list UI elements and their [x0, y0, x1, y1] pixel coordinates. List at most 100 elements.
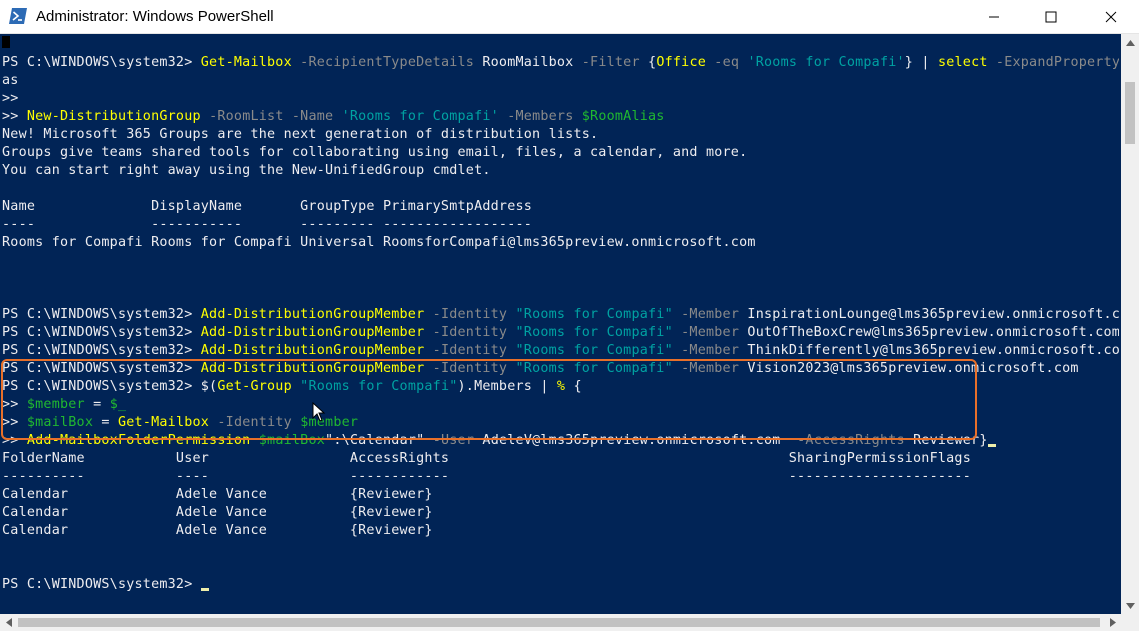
- console-output[interactable]: PS C:\WINDOWS\system32> Get-Mailbox -Rec…: [0, 34, 1119, 614]
- console-text-normal: {: [639, 55, 657, 70]
- scroll-up-arrow-icon[interactable]: [1121, 34, 1139, 51]
- scroll-down-arrow-icon[interactable]: [1121, 597, 1139, 614]
- close-button[interactable]: [1088, 0, 1134, 33]
- console-line: PS C:\WINDOWS\system32> Add-Distribution…: [2, 342, 1119, 360]
- console-line: Rooms for Compafi Rooms for Compafi Univ…: [2, 234, 756, 252]
- console-text-normal: >>: [2, 433, 27, 448]
- console-text-var: $mailBox: [250, 433, 326, 448]
- close-icon: [1105, 11, 1117, 22]
- console-text-str: 'Rooms for Compafi': [333, 109, 499, 124]
- maximize-button[interactable]: [1028, 0, 1074, 33]
- console-text-param: -RecipientTypeDetails: [291, 55, 475, 70]
- console-text-str: "Rooms for Compafi": [507, 307, 673, 322]
- console-text-str: 'Rooms for Compafi': [739, 55, 905, 70]
- console-line: ---- ----------- --------- -------------…: [2, 216, 532, 234]
- console-line: >> Add-MailboxFolderPermission $mailBox"…: [2, 432, 996, 450]
- console-text-normal: PS C:\WINDOWS\system32>: [2, 307, 201, 322]
- console-text-normal: Calendar Adele Vance {Reviewer}: [2, 523, 433, 538]
- vertical-scroll-thumb[interactable]: [1125, 82, 1135, 144]
- console-text-normal: PS C:\WINDOWS\system32>: [2, 361, 201, 376]
- console-text-param: -eq: [706, 55, 740, 70]
- console-text-normal: ---------- ---- ------------ -----------…: [2, 469, 971, 484]
- console-text-param: -Member: [672, 361, 740, 376]
- window-title: Administrator: Windows PowerShell: [36, 8, 274, 25]
- console-text-cmd: Add-DistributionGroupMember: [200, 361, 425, 376]
- top-cursor-block: [2, 36, 10, 48]
- console-text-normal: Vision2023@lms365preview.onmicrosoft.com: [739, 361, 1079, 376]
- console-text-str: "Rooms for Compafi": [507, 361, 673, 376]
- horizontal-scroll-thumb[interactable]: [18, 618, 1100, 627]
- console-text-normal: >>: [2, 397, 27, 412]
- console-text-normal: ).Members |: [457, 379, 557, 394]
- console-text-str: "Rooms for Compafi": [291, 379, 458, 394]
- text-cursor: [987, 444, 996, 447]
- maximize-icon: [1045, 11, 1057, 22]
- console-text-normal: New! Microsoft 365 Groups are the next g…: [2, 127, 599, 142]
- console-text-cmd: Add-DistributionGroupMember: [200, 343, 425, 358]
- console-text-param: -Identity: [424, 325, 508, 340]
- console-text-param: -AccessRights: [788, 433, 905, 448]
- console-text-normal: PS C:\WINDOWS\system32>: [2, 55, 201, 70]
- console-text-normal: Name DisplayName GroupType PrimarySmtpAd…: [2, 199, 533, 214]
- console-text-param: -Filter: [573, 55, 640, 70]
- title-bar: Administrator: Windows PowerShell: [0, 0, 1139, 34]
- console-text-normal: PS C:\WINDOWS\system32>: [2, 577, 201, 592]
- console-text-normal: OutOfTheBoxCrew@lms365preview.onmicrosof…: [739, 325, 1119, 340]
- horizontal-scrollbar[interactable]: [0, 614, 1121, 631]
- scrollbar-corner: [1121, 614, 1139, 631]
- console-line: Calendar Adele Vance {Reviewer}: [2, 522, 433, 540]
- console-text-param: -Members: [498, 109, 574, 124]
- console-text-param: -User: [424, 433, 475, 448]
- console-text-param: -Member: [672, 307, 740, 322]
- console-text-param: -Identity: [209, 415, 292, 430]
- console-text-cmd: Add-MailboxFolderPermission: [26, 433, 251, 448]
- console-line: >> $mailBox = Get-Mailbox -Identity $mem…: [2, 414, 358, 432]
- console-text-normal: Rooms for Compafi Rooms for Compafi Univ…: [2, 235, 756, 250]
- console-line: PS C:\WINDOWS\system32>: [2, 576, 209, 594]
- console-text-var: $_: [109, 397, 127, 412]
- console-text-str: "Rooms for Compafi": [507, 325, 673, 340]
- console-text-param: -ExpandProperty: [987, 55, 1119, 70]
- console-text-normal: ThinkDifferently@lms365preview.onmicroso…: [739, 343, 1119, 358]
- console-text-param: -Identity: [424, 361, 508, 376]
- scroll-left-arrow-icon[interactable]: [0, 614, 17, 631]
- vertical-scrollbar[interactable]: [1121, 34, 1139, 614]
- scroll-right-arrow-icon[interactable]: [1104, 614, 1121, 631]
- console-line: FolderName User AccessRights SharingPerm…: [2, 450, 971, 468]
- console-text-cmd: select: [937, 55, 988, 70]
- console-text-normal: AdeleV@lms365preview.onmicrosoft.com: [474, 433, 789, 448]
- console-text-normal: Calendar Adele Vance {Reviewer}: [2, 505, 433, 520]
- console-line: Groups give teams shared tools for colla…: [2, 144, 747, 162]
- console-text-cmd: New-DistributionGroup: [26, 109, 201, 124]
- console-text-param: -Member: [672, 325, 740, 340]
- console-line: PS C:\WINDOWS\system32> Add-Distribution…: [2, 306, 1119, 324]
- console-text-cmd: Get-Mailbox: [117, 415, 210, 430]
- console-line: Name DisplayName GroupType PrimarySmtpAd…: [2, 198, 532, 216]
- console-text-cmd: Get-Mailbox: [200, 55, 292, 70]
- console-text-normal: } |: [904, 55, 938, 70]
- console-text-cmd: Office: [656, 55, 707, 70]
- console-line: PS C:\WINDOWS\system32> $(Get-Group "Roo…: [2, 378, 582, 396]
- console-text-var: $mailBox: [26, 415, 94, 430]
- console-text-normal: >>: [2, 91, 19, 106]
- console-line: as: [2, 72, 19, 90]
- console-text-param: -RoomList -Name: [200, 109, 334, 124]
- console-line: PS C:\WINDOWS\system32> Add-Distribution…: [2, 360, 1079, 378]
- console-text-cmd: Add-DistributionGroupMember: [200, 307, 425, 322]
- powershell-icon: [9, 8, 27, 24]
- console-line: New! Microsoft 365 Groups are the next g…: [2, 126, 598, 144]
- console-text-normal: Calendar Adele Vance {Reviewer}: [2, 487, 433, 502]
- console-text-cmd: Get-Group: [217, 379, 292, 394]
- console-text-normal: PS C:\WINDOWS\system32>: [2, 325, 201, 340]
- console-text-normal: PS C:\WINDOWS\system32> $(: [2, 379, 218, 394]
- console-text-param: -Identity: [424, 307, 508, 322]
- console-line: Calendar Adele Vance {Reviewer}: [2, 486, 433, 504]
- console-text-normal: ---- ----------- --------- -------------…: [2, 217, 533, 232]
- console-text-normal: >>: [2, 109, 27, 124]
- console-text-normal: =: [84, 397, 110, 412]
- minimize-button[interactable]: [971, 0, 1017, 33]
- text-cursor: [200, 588, 209, 591]
- console-text-normal: You can start right away using the New-U…: [2, 163, 491, 178]
- console-text-normal: Groups give teams shared tools for colla…: [2, 145, 748, 160]
- console-text-param: -Identity: [424, 343, 508, 358]
